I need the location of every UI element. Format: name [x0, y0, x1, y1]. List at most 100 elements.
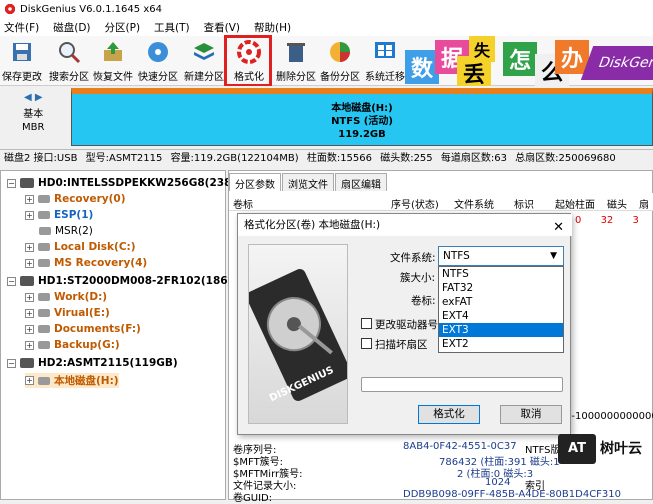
tree-disk-hd2[interactable]: − HD2:ASMT2115(119GB)	[7, 357, 178, 369]
chevron-down-icon[interactable]: ▼	[550, 247, 557, 265]
format-dialog: 格式化分区(卷) 本地磁盘(H:) ✕ DISKGENIUS 文件系统: NTF…	[237, 213, 572, 435]
tree-partition[interactable]: + Documents(F:)	[25, 323, 141, 335]
partition-icon	[38, 259, 50, 267]
partition-bar[interactable]: 本地磁盘(H:) NTFS (活动) 119.2GB	[71, 88, 653, 146]
fs-option-ext3[interactable]: EXT3	[439, 323, 563, 337]
expand-icon[interactable]: +	[25, 210, 34, 220]
col-volume-label[interactable]: 卷标	[233, 196, 253, 211]
collapse-icon[interactable]: −	[7, 178, 16, 188]
cancel-button[interactable]: 取消	[500, 405, 562, 424]
partition-icon	[38, 293, 50, 301]
expand-icon[interactable]: +	[25, 258, 34, 268]
tree-partition[interactable]: + MS Recovery(4)	[25, 257, 147, 269]
tree-partition-selected[interactable]: + 本地磁盘(H:)	[25, 373, 119, 388]
col-head[interactable]: 磁头	[607, 196, 627, 211]
dialog-title: 格式化分区(卷) 本地磁盘(H:) ✕	[238, 214, 572, 236]
expand-icon[interactable]: +	[25, 292, 34, 302]
expand-icon[interactable]: +	[25, 324, 34, 334]
format-progress-bar	[361, 377, 563, 392]
tree-partition[interactable]: + Virual(E:)	[25, 307, 110, 319]
partition-icon	[38, 341, 50, 349]
banner-char: 怎	[503, 42, 537, 76]
expand-icon[interactable]: +	[25, 242, 34, 252]
recover-icon	[104, 42, 122, 61]
menu-disk[interactable]: 磁盘(D)	[53, 20, 90, 35]
banner-char: 数	[405, 50, 439, 84]
tree-partition[interactable]: + Recovery(0)	[25, 193, 126, 205]
expand-icon[interactable]: +	[25, 376, 34, 385]
table-header: 卷标 序号(状态) 文件系统 标识 起始柱面 磁头 扇	[229, 193, 653, 211]
change-drive-letter-checkbox[interactable]	[361, 318, 372, 329]
tree-partition-label: Work(D:)	[54, 291, 108, 303]
tab-bar: 分区参数 浏览文件 扇区编辑	[229, 173, 388, 191]
fs-option-fat32[interactable]: FAT32	[439, 281, 563, 295]
scan-bad-sectors-label: 扫描坏扇区	[375, 339, 428, 351]
format-highlight-box	[224, 35, 272, 87]
col-flag[interactable]: 标识	[514, 196, 534, 211]
partition-icon	[38, 195, 50, 203]
disk-info-item: 容量:119.2GB(122104MB)	[170, 153, 299, 164]
cell-sector: 3	[632, 215, 639, 226]
disk-info-line: 磁盘2 接口:USB 型号:ASMT2115 容量:119.2GB(122104…	[0, 151, 653, 167]
disk-info-item: 总扇区数:250069680	[515, 153, 616, 164]
tree-disk-hd1[interactable]: − HD1:ST2000DM008-2FR102(1863GB)	[7, 275, 256, 287]
fs-option-ntfs[interactable]: NTFS	[439, 267, 563, 281]
toolbar-label: 快速分区	[138, 72, 178, 83]
expand-icon[interactable]: +	[25, 194, 34, 204]
menu-tools[interactable]: 工具(T)	[154, 20, 190, 35]
expand-icon[interactable]: +	[25, 308, 34, 318]
close-icon[interactable]: ✕	[553, 217, 564, 239]
toolbar-label: 备份分区	[320, 72, 360, 83]
tab-partition-params[interactable]: 分区参数	[229, 173, 281, 191]
disk-tree: − HD0:INTELSSDPEKKW256G8(238GB) + Recovery…	[0, 170, 256, 500]
tree-disk-label: HD2:ASMT2115(119GB)	[38, 357, 178, 369]
tree-disk-hd0[interactable]: − HD0:INTELSSDPEKKW256G8(238GB)	[7, 177, 253, 189]
toolbar-label: 搜索分区	[49, 72, 89, 83]
partition-icon	[38, 211, 50, 219]
tab-sector-edit[interactable]: 扇区编辑	[335, 173, 387, 191]
menu-help[interactable]: 帮助(H)	[254, 20, 291, 35]
app-logo-icon	[4, 3, 16, 15]
detail-serial-label: 卷序列号:	[233, 445, 277, 456]
col-filesystem[interactable]: 文件系统	[454, 196, 494, 211]
expand-icon[interactable]: +	[25, 340, 34, 350]
col-start-cylinder[interactable]: 起始柱面	[555, 196, 595, 211]
tree-partition[interactable]: MSR(2)	[39, 225, 93, 237]
watermark-text: 树叶云	[600, 441, 642, 457]
detail-mft-value: 786432 (柱面:391 磁头:1	[439, 457, 560, 468]
tree-disk-label: HD0:INTELSSDPEKKW256G8(238GB)	[38, 177, 253, 189]
menu-view[interactable]: 查看(V)	[204, 20, 240, 35]
promo-banner[interactable]: 数 据 丢 失 怎 么 办 DiskGen	[405, 36, 653, 86]
fs-option-ext4[interactable]: EXT4	[439, 309, 563, 323]
trash-icon	[287, 43, 305, 62]
disk-info-item: 型号:ASMT2115	[85, 153, 163, 164]
collapse-icon[interactable]: −	[7, 358, 16, 368]
tree-partition[interactable]: + ESP(1)	[25, 209, 93, 221]
menu-partition[interactable]: 分区(P)	[105, 20, 141, 35]
disk-nav-arrows[interactable]: ◀ ▶	[24, 92, 43, 103]
collapse-icon[interactable]: −	[7, 276, 16, 286]
tree-partition[interactable]: + Work(D:)	[25, 291, 107, 303]
change-drive-letter-label: 更改驱动器号	[375, 319, 438, 331]
watermark: AT 树叶云	[556, 430, 653, 500]
col-index-status[interactable]: 序号(状态)	[391, 196, 439, 211]
fs-option-exfat[interactable]: exFAT	[439, 295, 563, 309]
save-icon	[13, 43, 31, 61]
col-sector[interactable]: 扇	[639, 196, 649, 211]
tree-partition[interactable]: + Backup(G:)	[25, 339, 120, 351]
menu-file[interactable]: 文件(F)	[4, 20, 39, 35]
tree-partition[interactable]: + Local Disk(C:)	[25, 241, 136, 253]
filesystem-select[interactable]: NTFS ▼	[438, 246, 564, 266]
magnifier-icon	[59, 42, 81, 64]
disk-info-item: 每道扇区数:63	[440, 153, 507, 164]
filesystem-selected: NTFS	[443, 250, 470, 262]
detail-index-label: 索引	[525, 481, 545, 492]
tree-disk-label: HD1:ST2000DM008-2FR102(1863GB)	[38, 275, 257, 287]
tree-partition-label: Documents(F:)	[54, 323, 141, 335]
format-confirm-button[interactable]: 格式化	[418, 405, 480, 424]
usb-disk-icon	[20, 358, 34, 368]
scan-bad-sectors-checkbox[interactable]	[361, 338, 372, 349]
fs-option-ext2[interactable]: EXT2	[439, 337, 563, 351]
tab-browse-files[interactable]: 浏览文件	[282, 173, 334, 191]
detail-filerec-value: 1024	[485, 477, 511, 488]
